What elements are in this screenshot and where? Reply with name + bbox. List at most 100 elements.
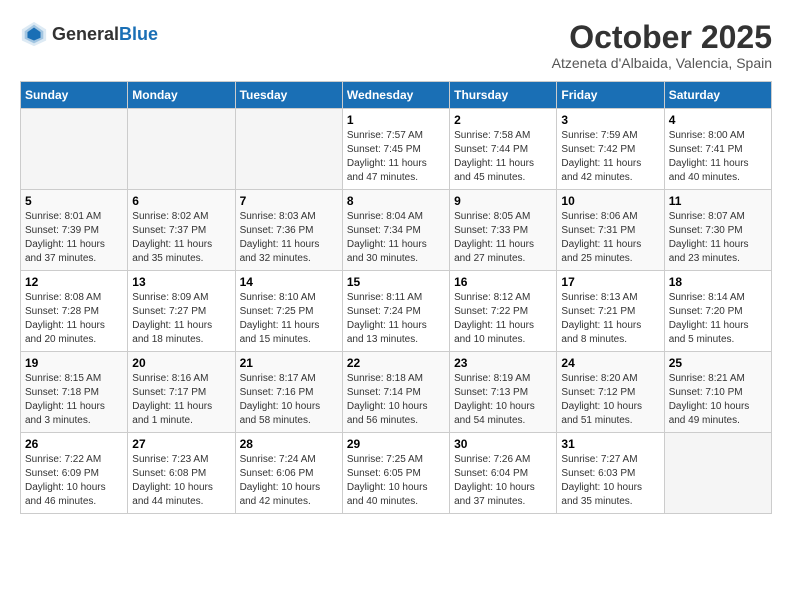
- day-info: Sunrise: 7:22 AMSunset: 6:09 PMDaylight:…: [25, 454, 106, 507]
- day-number: 10: [561, 194, 659, 208]
- day-info: Sunrise: 8:15 AMSunset: 7:18 PMDaylight:…: [25, 373, 105, 426]
- day-number: 25: [669, 356, 767, 370]
- day-number: 13: [132, 275, 230, 289]
- calendar-cell: 3Sunrise: 7:59 AMSunset: 7:42 PMDaylight…: [557, 109, 664, 190]
- day-number: 18: [669, 275, 767, 289]
- calendar-title: October 2025: [552, 20, 772, 55]
- calendar-cell: 15 Sunrise: 8:11 AMSunset: 7:24 PMDayligh…: [342, 271, 449, 352]
- day-info: Sunrise: 8:10 AMSunset: 7:25 PMDaylight:…: [240, 292, 320, 345]
- calendar-cell: 20Sunrise: 8:16 AMSunset: 7:17 PMDayligh…: [128, 352, 235, 433]
- day-info: Sunrise: 7:59 AMSunset: 7:42 PMDaylight:…: [561, 130, 641, 183]
- day-info: Sunrise: 8:17 AMSunset: 7:16 PMDaylight:…: [240, 373, 321, 426]
- day-info: Sunrise: 8:11 AMSunset: 7:24 PMDaylight:…: [347, 292, 427, 345]
- calendar-subtitle: Atzeneta d'Albaida, Valencia, Spain: [552, 55, 772, 71]
- calendar-cell: 29 Sunrise: 7:25 AMSunset: 6:05 PMDayligh…: [342, 433, 449, 514]
- day-number: 4: [669, 113, 767, 127]
- day-info: Sunrise: 8:02 AMSunset: 7:37 PMDaylight:…: [132, 211, 212, 264]
- day-number: 21: [240, 356, 338, 370]
- calendar-cell: 22 Sunrise: 8:18 AMSunset: 7:14 PMDayligh…: [342, 352, 449, 433]
- calendar-cell: 16Sunrise: 8:12 AMSunset: 7:22 PMDayligh…: [450, 271, 557, 352]
- calendar-cell: 26 Sunrise: 7:22 AMSunset: 6:09 PMDayligh…: [21, 433, 128, 514]
- logo-text: GeneralBlue: [52, 24, 158, 45]
- calendar-cell: 14 Sunrise: 8:10 AMSunset: 7:25 PMDayligh…: [235, 271, 342, 352]
- calendar-cell: 4 Sunrise: 8:00 AMSunset: 7:41 PMDaylight…: [664, 109, 771, 190]
- calendar-cell: 18 Sunrise: 8:14 AMSunset: 7:20 PMDayligh…: [664, 271, 771, 352]
- day-number: 26: [25, 437, 123, 451]
- calendar-cell: 23 Sunrise: 8:19 AMSunset: 7:13 PMDayligh…: [450, 352, 557, 433]
- weekday-header-wednesday: Wednesday: [342, 82, 449, 109]
- day-number: 31: [561, 437, 659, 451]
- day-info: Sunrise: 8:08 AMSunset: 7:28 PMDaylight:…: [25, 292, 105, 345]
- day-number: 14: [240, 275, 338, 289]
- day-info: Sunrise: 7:24 AMSunset: 6:06 PMDaylight:…: [240, 454, 321, 507]
- day-number: 22: [347, 356, 445, 370]
- day-info: Sunrise: 8:04 AMSunset: 7:34 PMDaylight:…: [347, 211, 427, 264]
- day-info: Sunrise: 8:01 AMSunset: 7:39 PMDaylight:…: [25, 211, 105, 264]
- day-info: Sunrise: 8:07 AMSunset: 7:30 PMDaylight:…: [669, 211, 749, 264]
- day-number: 20: [132, 356, 230, 370]
- day-info: Sunrise: 8:05 AMSunset: 7:33 PMDaylight:…: [454, 211, 534, 264]
- calendar-cell: 27 Sunrise: 7:23 AMSunset: 6:08 PMDayligh…: [128, 433, 235, 514]
- calendar-cell: 31 Sunrise: 7:27 AMSunset: 6:03 PMDayligh…: [557, 433, 664, 514]
- day-info: Sunrise: 8:18 AMSunset: 7:14 PMDaylight:…: [347, 373, 428, 426]
- page-header: GeneralBlue October 2025 Atzeneta d'Alba…: [20, 20, 772, 71]
- day-number: 23: [454, 356, 552, 370]
- day-info: Sunrise: 8:00 AMSunset: 7:41 PMDaylight:…: [669, 130, 749, 183]
- day-number: 27: [132, 437, 230, 451]
- weekday-header-monday: Monday: [128, 82, 235, 109]
- day-number: 16: [454, 275, 552, 289]
- day-number: 11: [669, 194, 767, 208]
- weekday-header-sunday: Sunday: [21, 82, 128, 109]
- day-number: 6: [132, 194, 230, 208]
- calendar-table: SundayMondayTuesdayWednesdayThursdayFrid…: [20, 81, 772, 514]
- calendar-cell: 13 Sunrise: 8:09 AMSunset: 7:27 PMDayligh…: [128, 271, 235, 352]
- day-number: 24: [561, 356, 659, 370]
- day-info: Sunrise: 8:06 AMSunset: 7:31 PMDaylight:…: [561, 211, 641, 264]
- day-number: 29: [347, 437, 445, 451]
- day-info: Sunrise: 8:09 AMSunset: 7:27 PMDaylight:…: [132, 292, 212, 345]
- weekday-header-saturday: Saturday: [664, 82, 771, 109]
- day-info: Sunrise: 8:20 AMSunset: 7:12 PMDaylight:…: [561, 373, 642, 426]
- day-info: Sunrise: 8:19 AMSunset: 7:13 PMDaylight:…: [454, 373, 535, 426]
- logo-blue: Blue: [119, 24, 158, 44]
- calendar-cell: [664, 433, 771, 514]
- day-info: Sunrise: 7:26 AMSunset: 6:04 PMDaylight:…: [454, 454, 535, 507]
- day-number: 1: [347, 113, 445, 127]
- day-info: Sunrise: 8:14 AMSunset: 7:20 PMDaylight:…: [669, 292, 749, 345]
- logo: GeneralBlue: [20, 20, 158, 48]
- calendar-cell: 9 Sunrise: 8:05 AMSunset: 7:33 PMDaylight…: [450, 190, 557, 271]
- day-info: Sunrise: 7:58 AMSunset: 7:44 PMDaylight:…: [454, 130, 534, 183]
- calendar-week-row: 5 Sunrise: 8:01 AMSunset: 7:39 PMDaylight…: [21, 190, 772, 271]
- calendar-week-row: 19 Sunrise: 8:15 AMSunset: 7:18 PMDayligh…: [21, 352, 772, 433]
- day-info: Sunrise: 8:03 AMSunset: 7:36 PMDaylight:…: [240, 211, 320, 264]
- calendar-cell: 6 Sunrise: 8:02 AMSunset: 7:37 PMDaylight…: [128, 190, 235, 271]
- calendar-cell: [128, 109, 235, 190]
- calendar-cell: 30 Sunrise: 7:26 AMSunset: 6:04 PMDayligh…: [450, 433, 557, 514]
- calendar-cell: 7Sunrise: 8:03 AMSunset: 7:36 PMDaylight…: [235, 190, 342, 271]
- day-number: 8: [347, 194, 445, 208]
- title-block: October 2025 Atzeneta d'Albaida, Valenci…: [552, 20, 772, 71]
- day-number: 2: [454, 113, 552, 127]
- day-number: 28: [240, 437, 338, 451]
- weekday-header-tuesday: Tuesday: [235, 82, 342, 109]
- day-number: 19: [25, 356, 123, 370]
- day-info: Sunrise: 7:27 AMSunset: 6:03 PMDaylight:…: [561, 454, 642, 507]
- day-info: Sunrise: 7:23 AMSunset: 6:08 PMDaylight:…: [132, 454, 213, 507]
- weekday-header-row: SundayMondayTuesdayWednesdayThursdayFrid…: [21, 82, 772, 109]
- calendar-cell: 8 Sunrise: 8:04 AMSunset: 7:34 PMDaylight…: [342, 190, 449, 271]
- logo-icon: [20, 20, 48, 48]
- calendar-cell: 21 Sunrise: 8:17 AMSunset: 7:16 PMDayligh…: [235, 352, 342, 433]
- calendar-cell: [235, 109, 342, 190]
- calendar-cell: 24 Sunrise: 8:20 AMSunset: 7:12 PMDayligh…: [557, 352, 664, 433]
- day-number: 30: [454, 437, 552, 451]
- day-number: 9: [454, 194, 552, 208]
- day-number: 15: [347, 275, 445, 289]
- calendar-week-row: 1Sunrise: 7:57 AMSunset: 7:45 PMDaylight…: [21, 109, 772, 190]
- day-info: Sunrise: 7:25 AMSunset: 6:05 PMDaylight:…: [347, 454, 428, 507]
- day-number: 5: [25, 194, 123, 208]
- calendar-cell: 19 Sunrise: 8:15 AMSunset: 7:18 PMDayligh…: [21, 352, 128, 433]
- calendar-cell: 25Sunrise: 8:21 AMSunset: 7:10 PMDayligh…: [664, 352, 771, 433]
- calendar-cell: 17Sunrise: 8:13 AMSunset: 7:21 PMDayligh…: [557, 271, 664, 352]
- calendar-cell: [21, 109, 128, 190]
- weekday-header-friday: Friday: [557, 82, 664, 109]
